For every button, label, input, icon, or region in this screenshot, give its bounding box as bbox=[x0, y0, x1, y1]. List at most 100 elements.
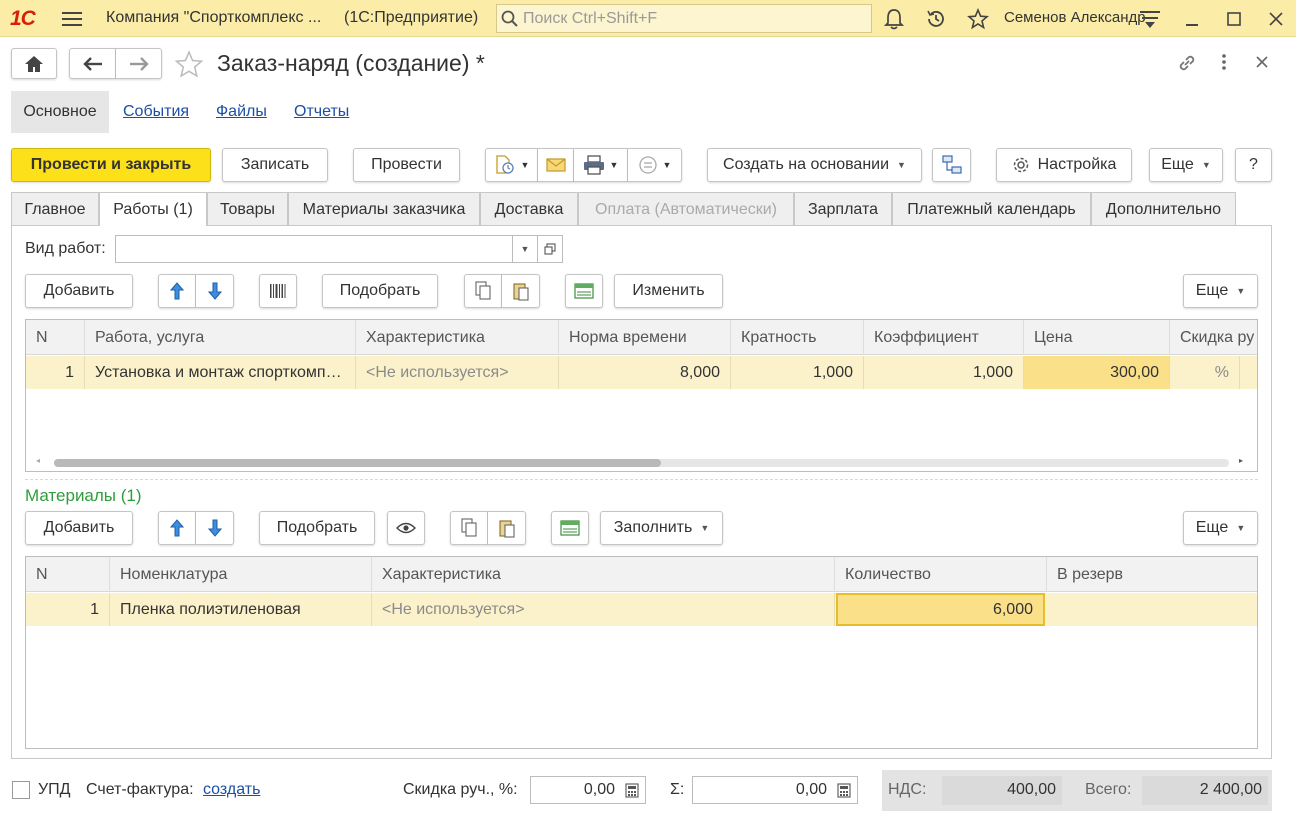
materials-col-item[interactable]: Номенклатура bbox=[110, 557, 372, 592]
tab-goods[interactable]: Товары bbox=[207, 192, 288, 226]
works-more-button[interactable]: Еще ▼ bbox=[1183, 274, 1258, 308]
forward-button[interactable] bbox=[116, 48, 162, 79]
scroll-right-icon[interactable]: ▸ bbox=[1239, 456, 1243, 465]
works-barcode-button[interactable] bbox=[259, 274, 297, 308]
search-input[interactable]: Поиск Ctrl+Shift+F bbox=[496, 4, 872, 33]
tab-payment[interactable]: Оплата (Автоматически) bbox=[578, 192, 794, 226]
settings-menu-icon[interactable] bbox=[1138, 7, 1162, 31]
calculator-icon[interactable] bbox=[625, 783, 639, 798]
materials-add-button[interactable]: Добавить bbox=[25, 511, 133, 545]
works-col-norm[interactable]: Норма времени bbox=[559, 320, 731, 355]
more-button[interactable]: Еще ▼ bbox=[1149, 148, 1223, 182]
work-type-dropdown[interactable]: ▼ bbox=[512, 235, 538, 263]
section-main[interactable]: Основное bbox=[11, 91, 109, 133]
section-events[interactable]: События bbox=[123, 103, 189, 121]
status-button[interactable]: ▼ bbox=[628, 148, 682, 182]
works-scrollbar-track[interactable] bbox=[54, 459, 1229, 467]
works-move-down-button[interactable] bbox=[196, 274, 234, 308]
materials-table-fill-button[interactable] bbox=[551, 511, 589, 545]
materials-move-down-button[interactable] bbox=[196, 511, 234, 545]
works-copy-button[interactable] bbox=[464, 274, 502, 308]
link-icon[interactable] bbox=[1176, 52, 1198, 74]
upd-checkbox[interactable] bbox=[12, 781, 30, 799]
works-col-price[interactable]: Цена bbox=[1024, 320, 1170, 355]
bell-icon[interactable] bbox=[882, 7, 906, 31]
materials-cell-quantity[interactable]: 6,000 bbox=[836, 593, 1045, 626]
tab-payment-calendar[interactable]: Платежный календарь bbox=[892, 192, 1091, 226]
tab-works[interactable]: Работы (1) bbox=[99, 192, 207, 227]
materials-more-button[interactable]: Еще ▼ bbox=[1183, 511, 1258, 545]
materials-cell-characteristic[interactable]: <Не используется> bbox=[372, 593, 835, 626]
email-button[interactable] bbox=[538, 148, 574, 182]
sum-input[interactable]: 0,00 bbox=[692, 776, 858, 804]
works-cell-multiplicity[interactable]: 1,000 bbox=[731, 356, 864, 389]
materials-title[interactable]: Материалы (1) bbox=[25, 486, 142, 506]
materials-pick-button[interactable]: Подобрать bbox=[259, 511, 375, 545]
attach-button[interactable]: ▼ bbox=[485, 148, 538, 182]
works-cell-norm[interactable]: 8,000 bbox=[559, 356, 731, 389]
tab-delivery[interactable]: Доставка bbox=[480, 192, 578, 226]
works-cell-work[interactable]: Установка и монтаж спорткомплекса bbox=[85, 356, 356, 389]
works-pick-button[interactable]: Подобрать bbox=[322, 274, 438, 308]
works-cell-discount[interactable]: % bbox=[1170, 356, 1240, 389]
back-button[interactable] bbox=[69, 48, 116, 79]
tab-customer-materials[interactable]: Материалы заказчика bbox=[288, 192, 480, 226]
works-fill-button[interactable] bbox=[565, 274, 603, 308]
works-cell-price[interactable]: 300,00 bbox=[1024, 356, 1170, 389]
more-vertical-icon[interactable] bbox=[1216, 52, 1232, 72]
create-based-on-button[interactable]: Создать на основании ▼ bbox=[707, 148, 922, 182]
scroll-left-icon[interactable]: ◂ bbox=[36, 456, 40, 465]
works-col-coefficient[interactable]: Коэффициент bbox=[864, 320, 1024, 355]
works-paste-button[interactable] bbox=[502, 274, 540, 308]
materials-view-button[interactable] bbox=[387, 511, 425, 545]
print-button[interactable]: ▼ bbox=[574, 148, 628, 182]
works-col-multiplicity[interactable]: Кратность bbox=[731, 320, 864, 355]
section-files[interactable]: Файлы bbox=[216, 103, 267, 121]
works-cell-characteristic[interactable]: <Не используется> bbox=[356, 356, 559, 389]
tab-salary[interactable]: Зарплата bbox=[794, 192, 892, 226]
work-type-field[interactable] bbox=[115, 235, 513, 263]
settings-button[interactable]: Настройка bbox=[996, 148, 1132, 182]
favorite-star-icon[interactable] bbox=[174, 50, 204, 78]
works-col-n[interactable]: N bbox=[26, 320, 85, 355]
help-button[interactable]: ? bbox=[1235, 148, 1272, 182]
works-change-button[interactable]: Изменить bbox=[614, 274, 723, 308]
works-cell-coefficient[interactable]: 1,000 bbox=[864, 356, 1024, 389]
history-icon[interactable] bbox=[924, 7, 948, 31]
materials-paste-button[interactable] bbox=[488, 511, 526, 545]
materials-fill-button[interactable]: Заполнить ▼ bbox=[600, 511, 723, 545]
works-col-discount[interactable]: Скидка ру bbox=[1170, 320, 1257, 355]
works-add-button[interactable]: Добавить bbox=[25, 274, 133, 308]
post-button[interactable]: Провести bbox=[353, 148, 460, 182]
main-menu-icon[interactable] bbox=[60, 7, 84, 31]
star-icon[interactable] bbox=[966, 7, 990, 31]
materials-cell-n[interactable]: 1 bbox=[26, 593, 110, 626]
materials-cell-reserve[interactable] bbox=[1047, 593, 1257, 626]
calculator-icon[interactable] bbox=[837, 783, 851, 798]
structure-button[interactable] bbox=[932, 148, 971, 182]
materials-col-quantity[interactable]: Количество bbox=[835, 557, 1047, 592]
materials-col-reserve[interactable]: В резерв bbox=[1047, 557, 1257, 592]
materials-col-characteristic[interactable]: Характеристика bbox=[372, 557, 835, 592]
close-window-icon[interactable] bbox=[1264, 7, 1288, 31]
materials-copy-button[interactable] bbox=[450, 511, 488, 545]
minimize-icon[interactable] bbox=[1180, 7, 1204, 31]
materials-col-n[interactable]: N bbox=[26, 557, 110, 592]
user-name[interactable]: Семенов Александр bbox=[1004, 9, 1146, 26]
maximize-icon[interactable] bbox=[1222, 7, 1246, 31]
tab-additional[interactable]: Дополнительно bbox=[1091, 192, 1236, 226]
works-col-work[interactable]: Работа, услуга bbox=[85, 320, 356, 355]
close-form-icon[interactable] bbox=[1254, 54, 1270, 70]
materials-move-up-button[interactable] bbox=[158, 511, 196, 545]
invoice-create-link[interactable]: создать bbox=[203, 781, 260, 799]
table-row[interactable]: 1 Пленка полиэтиленовая <Не используется… bbox=[26, 593, 1257, 626]
tab-general[interactable]: Главное bbox=[11, 192, 99, 226]
post-and-close-button[interactable]: Провести и закрыть bbox=[11, 148, 211, 182]
works-cell-n[interactable]: 1 bbox=[26, 356, 85, 389]
discount-input[interactable]: 0,00 bbox=[530, 776, 646, 804]
works-scrollbar-thumb[interactable] bbox=[54, 459, 661, 467]
section-reports[interactable]: Отчеты bbox=[294, 103, 349, 121]
works-move-up-button[interactable] bbox=[158, 274, 196, 308]
save-button[interactable]: Записать bbox=[222, 148, 328, 182]
table-row[interactable]: 1 Установка и монтаж спорткомплекса <Не … bbox=[26, 356, 1257, 389]
